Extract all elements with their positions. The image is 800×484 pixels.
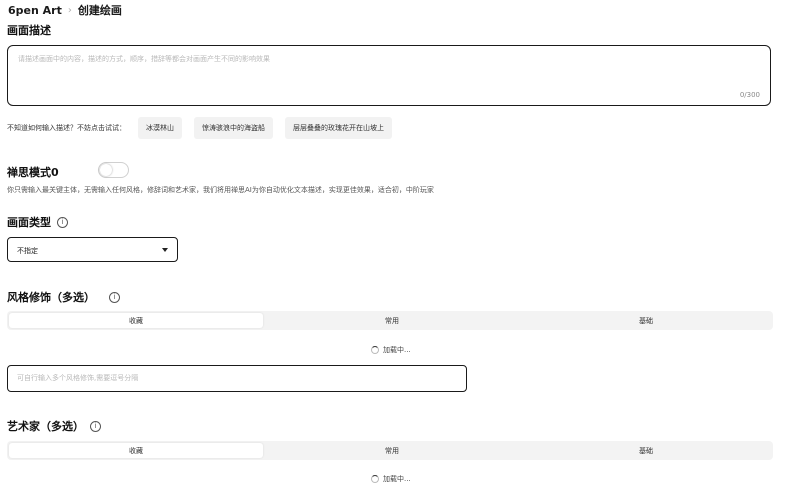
zen-mode-title-text: 禅思模式0 <box>7 166 59 179</box>
tab-common[interactable]: 常用 <box>265 311 519 330</box>
toggle-knob <box>100 164 112 176</box>
chevron-right-icon: › <box>67 4 72 16</box>
style-input-field[interactable] <box>7 365 467 392</box>
description-title: 画面描述 <box>7 22 51 38</box>
zen-mode-description: 你只需输入最关键主体，无需输入任何风格，修辞词和艺术家，我们将用禅思AI为你自动… <box>7 186 434 194</box>
loading-text: 加载中... <box>383 475 411 483</box>
info-icon[interactable]: i <box>90 420 101 432</box>
tab-basic[interactable]: 基础 <box>519 441 773 460</box>
info-icon[interactable]: i <box>109 291 120 303</box>
hint-row: 不知道如何输入描述？不妨点击试试： 冰漠林山 惊涛骇浪中的海盗船 层层叠叠的玫瑰… <box>7 117 392 139</box>
artist-title: 艺术家（多选） i <box>7 418 101 434</box>
picture-type-title: 画面类型 i <box>7 214 68 230</box>
picture-type-select[interactable]: 不指定 <box>7 237 178 262</box>
breadcrumb-current: 创建绘画 <box>77 4 122 17</box>
loading-text: 加载中... <box>383 346 411 354</box>
picture-type-title-text: 画面类型 <box>7 216 51 229</box>
character-counter: 0/300 <box>739 91 760 99</box>
hint-chip[interactable]: 惊涛骇浪中的海盗船 <box>194 117 273 139</box>
info-icon[interactable]: i <box>57 216 68 228</box>
zen-mode-toggle[interactable] <box>98 162 129 178</box>
artist-tabs: 收藏 常用 基础 <box>7 441 773 460</box>
style-loading: 加载中... <box>371 345 411 355</box>
breadcrumb: 6pen Art › 创建绘画 <box>8 2 122 18</box>
tab-favorites[interactable]: 收藏 <box>9 313 263 328</box>
tab-basic[interactable]: 基础 <box>519 311 773 330</box>
artist-loading: 加载中... <box>371 474 411 484</box>
zen-mode-title: 禅思模式0 <box>7 164 59 180</box>
breadcrumb-root[interactable]: 6pen Art <box>8 4 62 17</box>
description-title-text: 画面描述 <box>7 24 51 37</box>
hint-label: 不知道如何输入描述？不妨点击试试： <box>7 124 126 132</box>
style-title-text: 风格修饰（多选） <box>7 291 95 304</box>
tab-favorites[interactable]: 收藏 <box>9 443 263 458</box>
description-placeholder: 请描述画面中的内容，描述的方式，顺序，措辞等都会对画面产生不同的影响效果 <box>18 55 270 63</box>
hint-chip[interactable]: 层层叠叠的玫瑰花开在山坡上 <box>285 117 392 139</box>
spinner-icon <box>371 346 379 354</box>
description-textarea[interactable]: 请描述画面中的内容，描述的方式，顺序，措辞等都会对画面产生不同的影响效果 0/3… <box>7 45 771 106</box>
caret-down-icon <box>162 248 168 252</box>
tab-common[interactable]: 常用 <box>265 441 519 460</box>
hint-chip[interactable]: 冰漠林山 <box>138 117 182 139</box>
style-title: 风格修饰（多选） i <box>7 289 120 305</box>
style-tabs: 收藏 常用 基础 <box>7 311 773 330</box>
style-input[interactable] <box>17 374 457 382</box>
picture-type-value: 不指定 <box>17 247 38 255</box>
spinner-icon <box>371 475 379 483</box>
artist-title-text: 艺术家（多选） <box>7 420 84 433</box>
